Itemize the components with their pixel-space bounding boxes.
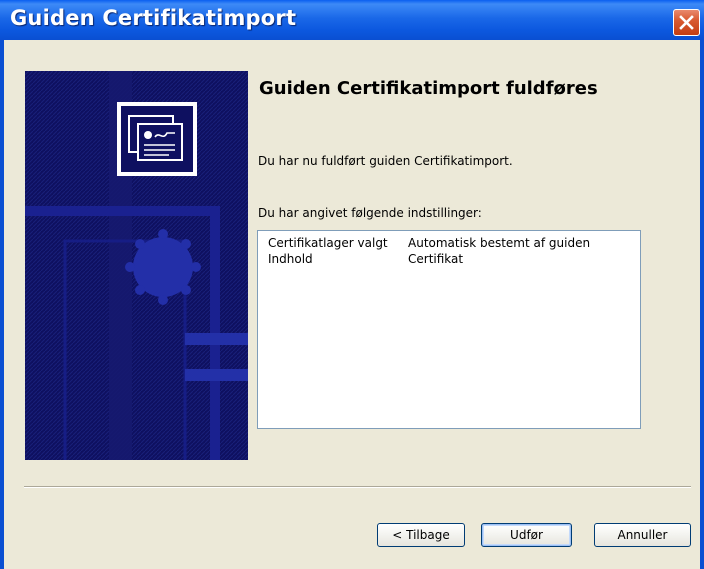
window-title: Guiden Certifikatimport — [10, 6, 297, 30]
wizard-window: Guiden Certifikatimport Guiden Certifika… — [0, 0, 704, 569]
wizard-client-area: Guiden Certifikatimport fuldføres Du har… — [4, 40, 700, 569]
completed-text: Du har nu fuldført guiden Certifikatimpo… — [258, 154, 513, 168]
finish-button[interactable]: Udfør — [481, 523, 572, 547]
page-heading: Guiden Certifikatimport fuldføres — [259, 78, 598, 99]
certificate-icon — [117, 102, 197, 176]
window-frame-right — [700, 40, 704, 569]
settings-list[interactable]: Certifikatlager valgt Automatisk bestemt… — [257, 230, 641, 429]
separator-line — [24, 486, 691, 488]
cancel-button[interactable]: Annuller — [594, 523, 691, 547]
setting-name: Certifikatlager valgt — [268, 236, 388, 250]
setting-value: Certifikat — [408, 252, 464, 266]
setting-row-content: Indhold Certifikat — [268, 252, 463, 266]
close-icon — [679, 15, 694, 30]
close-button[interactable] — [673, 9, 700, 36]
back-button[interactable]: < Tilbage — [377, 523, 465, 547]
setting-value: Automatisk bestemt af guiden — [408, 236, 591, 250]
setting-name: Indhold — [268, 252, 313, 266]
banner-graphic — [25, 71, 248, 460]
wizard-banner — [25, 71, 248, 460]
title-bar[interactable]: Guiden Certifikatimport — [0, 0, 704, 40]
settings-intro-text: Du har angivet følgende indstillinger: — [258, 206, 482, 220]
setting-row-store: Certifikatlager valgt Automatisk bestemt… — [268, 236, 590, 250]
